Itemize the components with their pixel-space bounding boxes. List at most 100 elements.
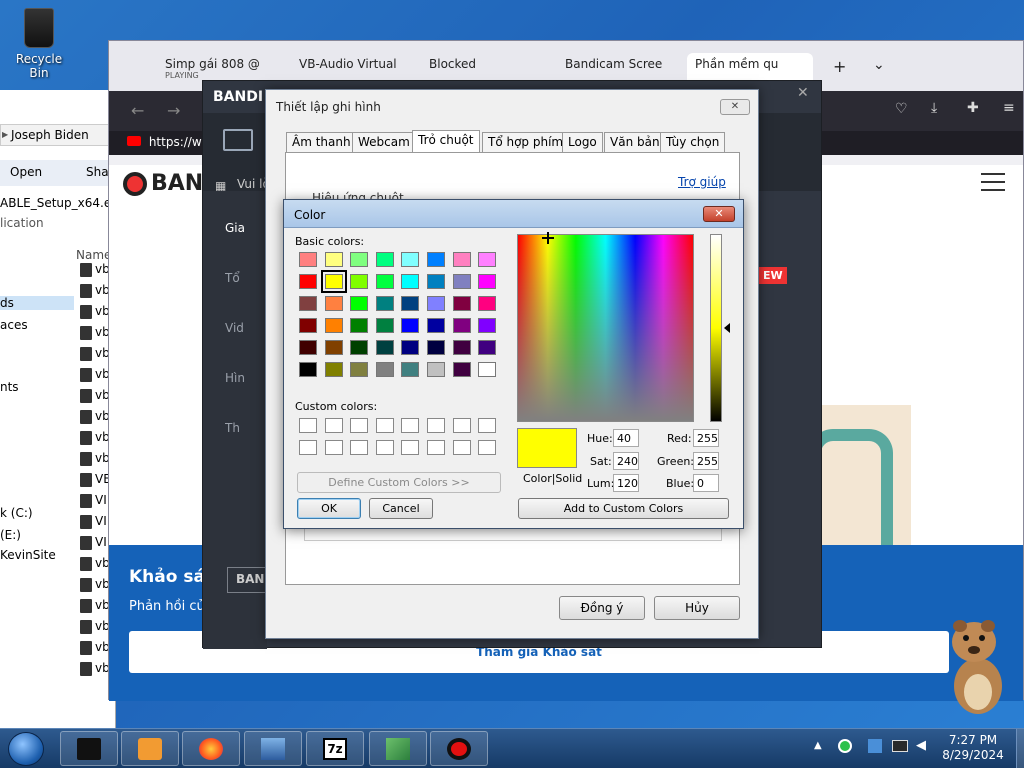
custom-color-swatch[interactable] [375, 418, 394, 433]
basic-color-swatch[interactable] [350, 318, 369, 333]
basic-color-swatch[interactable] [350, 252, 369, 267]
taskbar-installer[interactable] [244, 731, 302, 766]
basic-color-swatch[interactable] [375, 296, 394, 311]
help-link[interactable]: Trợ giúp [678, 175, 726, 189]
open-button[interactable]: Open [10, 165, 42, 179]
download-icon[interactable]: ⤓ [931, 100, 937, 116]
custom-color-swatch[interactable] [350, 440, 369, 455]
custom-color-swatch[interactable] [299, 418, 317, 433]
basic-color-swatch[interactable] [299, 362, 317, 377]
taskbar-terminal[interactable] [60, 731, 118, 766]
tab-webcam[interactable]: Webcam [352, 132, 416, 152]
basic-color-swatch[interactable] [350, 362, 369, 377]
custom-color-swatch[interactable] [478, 418, 497, 433]
basic-color-swatch[interactable] [375, 318, 394, 333]
basic-color-swatch[interactable] [478, 362, 497, 377]
nav-item[interactable]: aces [0, 318, 28, 332]
sidebar-item-video[interactable]: Vid [225, 321, 265, 341]
custom-color-swatch[interactable] [324, 440, 343, 455]
custom-color-swatch[interactable] [427, 418, 445, 433]
sidebar-item-general[interactable]: Tổ [225, 271, 265, 291]
tab-list-button[interactable]: ⌄ [865, 53, 889, 87]
basic-color-swatch[interactable] [375, 274, 394, 289]
settings-ok-button[interactable]: Đồng ý [559, 596, 645, 620]
basic-color-swatch[interactable] [324, 296, 343, 311]
hue-saturation-spectrum[interactable] [517, 234, 694, 422]
basic-color-swatch[interactable] [401, 318, 420, 333]
basic-color-swatch[interactable] [427, 318, 445, 333]
basic-color-swatch[interactable] [375, 340, 394, 355]
custom-color-swatch[interactable] [401, 440, 420, 455]
taskbar-firefox[interactable] [182, 731, 240, 766]
blue-input[interactable]: 0 [693, 474, 719, 492]
tab-logo[interactable]: Logo [562, 132, 603, 152]
custom-color-swatch[interactable] [401, 418, 420, 433]
explorer-address-bar[interactable]: ▶ Joseph Biden [0, 124, 115, 146]
tab-text[interactable]: Văn bản [604, 132, 666, 152]
basic-color-swatch[interactable] [299, 340, 317, 355]
settings-close-button[interactable]: ✕ [720, 99, 750, 115]
back-icon[interactable]: ← [131, 101, 144, 120]
custom-color-swatch[interactable] [452, 440, 471, 455]
tab-audio[interactable]: Âm thanh [286, 132, 357, 152]
basic-color-swatch[interactable] [401, 362, 420, 377]
basic-color-swatch[interactable] [401, 340, 420, 355]
taskbar-7zip[interactable]: 7z [306, 731, 364, 766]
basic-color-swatch[interactable] [452, 252, 471, 267]
bandicam-site-logo[interactable]: BAN [123, 171, 203, 196]
basic-color-swatch[interactable] [324, 340, 343, 355]
new-tab-button[interactable]: + [825, 53, 849, 87]
basic-color-swatch[interactable] [427, 274, 445, 289]
tray-expand-icon[interactable]: ▲ [814, 740, 822, 751]
green-input[interactable]: 255 [693, 452, 719, 470]
custom-color-swatch[interactable] [478, 440, 497, 455]
basic-color-swatch[interactable] [452, 274, 471, 289]
taskbar-bandicam[interactable] [430, 731, 488, 766]
basic-color-swatch[interactable] [478, 296, 497, 311]
color-ok-button[interactable]: OK [297, 498, 361, 519]
nav-item[interactable]: nts [0, 380, 19, 394]
extensions-icon[interactable]: ✚ [967, 100, 979, 116]
basic-color-swatch[interactable] [478, 274, 497, 289]
taskbar-clock[interactable]: 7:27 PM 8/29/2024 [938, 733, 1008, 763]
screen-mode-icon[interactable] [223, 129, 253, 151]
pocket-icon[interactable]: ♡ [895, 101, 908, 117]
sidebar-item-image[interactable]: Hìn [225, 371, 265, 391]
tab-mouse-cursor[interactable]: Trỏ chuột [412, 130, 480, 154]
red-input[interactable]: 255 [693, 429, 719, 447]
basic-color-swatch[interactable] [299, 296, 317, 311]
basic-color-swatch[interactable] [401, 296, 420, 311]
nav-item[interactable]: KevinSite [0, 548, 56, 562]
sidebar-item-about[interactable]: Th [225, 421, 265, 441]
taskbar-media-player[interactable] [121, 731, 179, 766]
basic-color-swatch[interactable] [299, 318, 317, 333]
bandicam-close-button[interactable]: ✕ [797, 85, 809, 101]
basic-color-swatch[interactable] [478, 252, 497, 267]
share-button[interactable]: Sha [86, 165, 109, 179]
nav-item[interactable]: k (C:) [0, 506, 33, 520]
basic-color-swatch[interactable] [401, 274, 420, 289]
basic-color-swatch[interactable] [350, 296, 369, 311]
custom-color-swatch[interactable] [427, 440, 445, 455]
start-button-icon[interactable] [8, 732, 44, 766]
basic-color-swatch[interactable] [324, 318, 343, 333]
basic-color-swatch[interactable] [452, 318, 471, 333]
spectrum-crosshair-icon[interactable] [542, 232, 554, 244]
basic-color-swatch[interactable] [478, 340, 497, 355]
luminosity-arrow-icon[interactable] [724, 323, 730, 333]
settings-cancel-button[interactable]: Hủy [654, 596, 740, 620]
basic-color-swatch[interactable] [401, 252, 420, 267]
custom-color-swatch[interactable] [375, 440, 394, 455]
sat-input[interactable]: 240 [613, 452, 639, 470]
show-desktop-button[interactable] [1016, 729, 1024, 768]
tab-hotkeys[interactable]: Tổ hợp phím [482, 132, 570, 152]
basic-color-swatch[interactable] [427, 362, 445, 377]
basic-color-swatch[interactable] [452, 362, 471, 377]
color-cancel-button[interactable]: Cancel [369, 498, 433, 519]
basic-color-swatch[interactable] [350, 274, 369, 289]
custom-color-swatch[interactable] [452, 418, 471, 433]
basic-color-swatch[interactable] [452, 296, 471, 311]
recycle-bin[interactable]: Recycle Bin [6, 4, 72, 80]
basic-color-swatch[interactable] [375, 252, 394, 267]
basic-color-swatch-selected[interactable] [320, 270, 347, 293]
